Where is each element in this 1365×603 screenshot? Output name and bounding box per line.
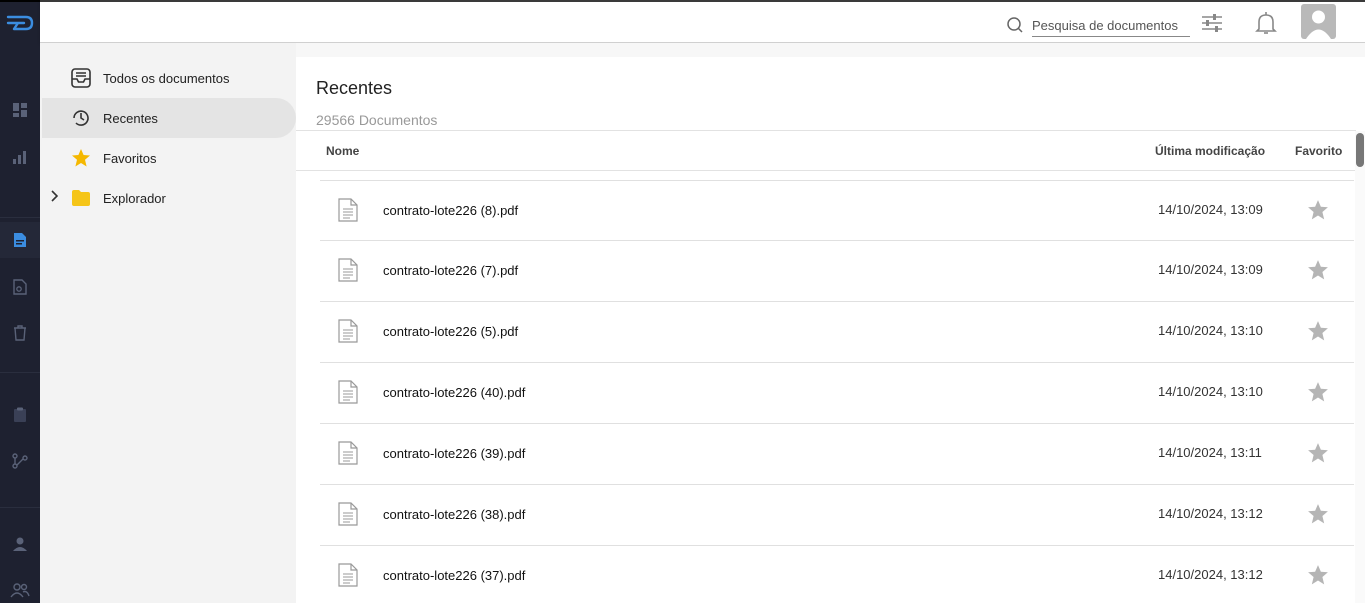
favorite-star-icon[interactable] [1306,319,1330,343]
workflow-icon [12,453,28,469]
table-row[interactable]: contrato-lote226 (37).pdf 14/10/2024, 13:… [320,546,1354,603]
file-name[interactable]: contrato-lote226 (37).pdf [383,568,525,583]
main-content: Recentes 29566 Documentos Nome Última mo… [296,43,1365,603]
document-list: contrato-lote226 (8).pdf 14/10/2024, 13:0… [320,180,1354,603]
modified-date: 14/10/2024, 13:09 [1158,202,1263,217]
clipboard-icon [14,407,26,422]
rail-groups-button[interactable] [0,572,40,603]
document-count: 29566 Documentos [316,112,438,128]
column-header-modified[interactable]: Última modificação [1155,144,1265,158]
search-box [1006,12,1190,38]
favorite-star-icon[interactable] [1306,198,1330,222]
sidebar-item-explorador[interactable]: Explorador [42,178,296,218]
scroll-thumb[interactable] [1356,133,1364,167]
trash-icon [14,325,26,341]
table-header: Nome Última modificação Favorito [296,130,1356,171]
modified-date: 14/10/2024, 13:12 [1158,506,1263,521]
rail-reports-button[interactable] [0,139,40,175]
favorite-star-icon[interactable] [1306,502,1330,526]
document-icon [14,233,26,247]
app-logo[interactable] [6,12,34,34]
file-icon [338,502,358,526]
table-row[interactable]: contrato-lote226 (8).pdf 14/10/2024, 13:0… [320,180,1354,241]
sidebar-item-favoritos[interactable]: Favoritos [42,138,296,178]
column-header-favorite[interactable]: Favorito [1295,144,1342,158]
sidebar-item-label: Explorador [103,190,166,206]
notifications-button[interactable] [1253,10,1279,36]
page-title: Recentes [316,78,393,98]
rail-documents-button[interactable] [0,222,40,258]
modified-date: 14/10/2024, 13:09 [1158,262,1263,277]
sidebar-item-todos-os-documentos[interactable]: Todos os documentos [42,58,296,98]
search-icon[interactable] [1006,16,1024,34]
modified-date: 14/10/2024, 13:10 [1158,323,1263,338]
modified-date: 14/10/2024, 13:11 [1158,445,1262,460]
table-row[interactable]: contrato-lote226 (7).pdf 14/10/2024, 13:0… [320,241,1354,302]
inbox-icon [70,67,92,89]
dashboard-icon [13,103,27,117]
user-icon [13,537,27,551]
favorite-star-icon[interactable] [1306,258,1330,282]
top-bar [40,0,1365,43]
table-row[interactable]: contrato-lote226 (40).pdf 14/10/2024, 13:… [320,363,1354,424]
file-name[interactable]: contrato-lote226 (8).pdf [383,203,518,218]
app-rail [0,0,40,603]
rail-trash-button[interactable] [0,315,40,351]
folder-icon [70,187,92,209]
favorite-star-icon[interactable] [1306,441,1330,465]
sliders-icon [1202,14,1222,32]
sidebar-item-label: Favoritos [103,150,157,166]
groups-icon [10,583,30,598]
rail-dashboard-button[interactable] [0,92,40,128]
history-icon [70,107,92,129]
star-icon [70,147,92,169]
favorite-star-icon[interactable] [1306,380,1330,404]
file-icon [338,319,358,343]
favorite-star-icon[interactable] [1306,563,1330,587]
file-icon [338,258,358,282]
file-icon [338,198,358,222]
navigation-sidebar: Todos os documentos Recentes Favoritos E… [40,43,296,603]
file-icon [338,441,358,465]
modified-date: 14/10/2024, 13:10 [1158,384,1263,399]
table-row[interactable]: contrato-lote226 (38).pdf 14/10/2024, 13:… [320,485,1354,546]
sidebar-item-label: Todos os documentos [103,70,230,86]
sidebar-item-label: Recentes [103,110,158,126]
chevron-right-icon[interactable] [50,190,59,205]
file-name[interactable]: contrato-lote226 (5).pdf [383,324,518,339]
search-input[interactable] [1032,13,1190,37]
rail-clipboard-button[interactable] [0,397,40,433]
avatar[interactable] [1301,4,1336,39]
column-header-name[interactable]: Nome [326,144,359,158]
rail-user-button[interactable] [0,526,40,562]
file-icon [338,380,358,404]
file-name[interactable]: contrato-lote226 (7).pdf [383,263,518,278]
bar-chart-icon [13,151,26,164]
rail-workflow-button[interactable] [0,443,40,479]
modified-date: 14/10/2024, 13:12 [1158,567,1263,582]
sidebar-item-recentes[interactable]: Recentes [42,98,296,138]
document-gear-icon [13,279,27,295]
avatar-user-icon [1306,10,1331,39]
filter-button[interactable] [1199,10,1225,36]
scrollbar[interactable] [1355,131,1365,603]
bell-icon [1255,12,1277,34]
file-name[interactable]: contrato-lote226 (40).pdf [383,385,525,400]
file-name[interactable]: contrato-lote226 (38).pdf [383,507,525,522]
table-row[interactable]: contrato-lote226 (5).pdf 14/10/2024, 13:1… [320,302,1354,363]
file-icon [338,563,358,587]
file-name[interactable]: contrato-lote226 (39).pdf [383,446,525,461]
table-row[interactable]: contrato-lote226 (39).pdf 14/10/2024, 13:… [320,424,1354,485]
rail-document-settings-button[interactable] [0,269,40,305]
